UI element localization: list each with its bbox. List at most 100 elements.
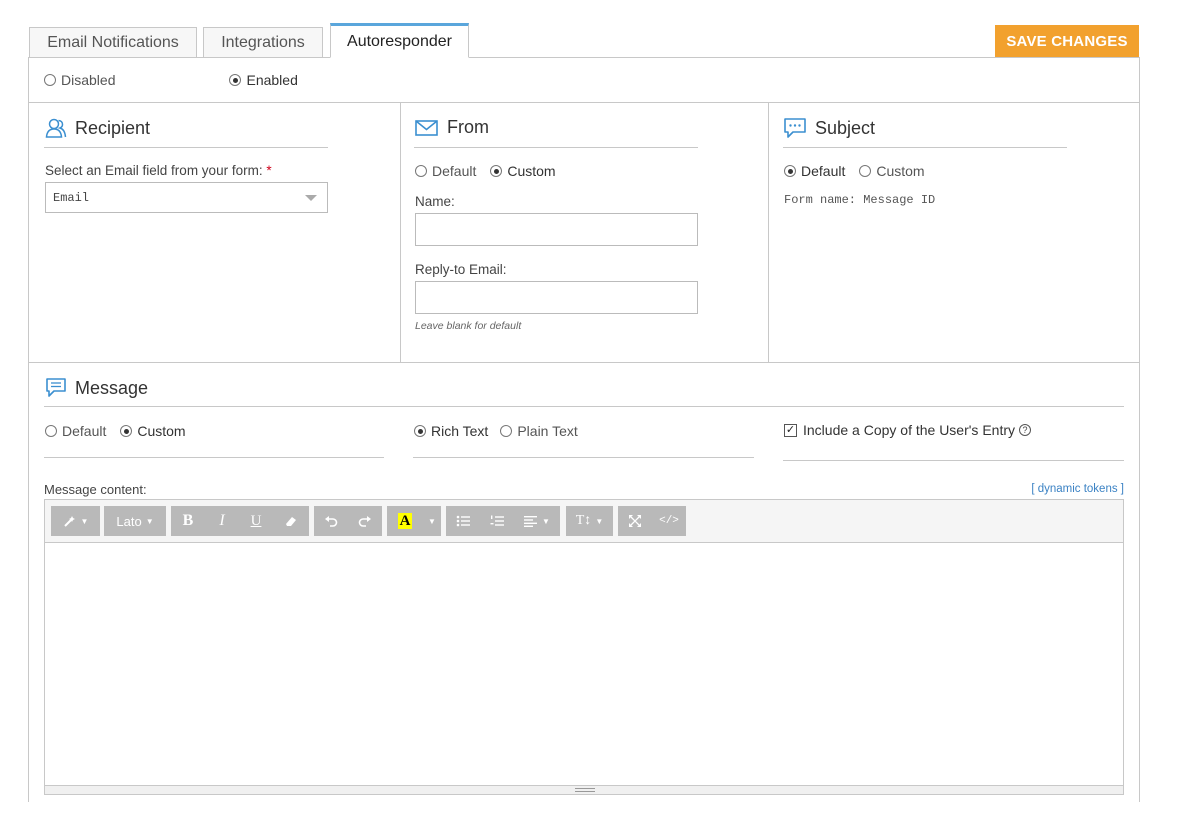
message-editor: ▼ Lato ▼ B I U A ▼ ▼ T↕ ▼ </> [44,499,1124,795]
checkbox-label: Include a Copy of the User's Entry [803,422,1015,438]
subject-section-title: Subject [783,117,875,139]
text-size-dropdown[interactable]: T↕ ▼ [566,506,613,536]
rich-text-radio[interactable]: Rich Text [414,423,488,439]
divider [400,102,401,362]
reply-to-email-input[interactable] [415,281,698,314]
radio-label: Default [62,423,107,439]
radio-circle [120,425,133,437]
chevron-down-icon: ▼ [145,516,154,526]
include-copy-checkbox[interactable]: ✓ [784,423,797,437]
status-radio-group: Disabled Enabled [44,72,298,88]
tab-autoresponder[interactable]: Autoresponder [330,23,469,58]
eraser-button[interactable] [273,506,309,536]
radio-label: Custom [876,163,925,179]
radio-label: Plain Text [517,423,578,439]
plain-text-radio[interactable]: Plain Text [500,423,578,439]
highlight-color-dropdown[interactable]: ▼ [423,506,441,536]
section-title-text: Message [75,377,149,398]
radio-label: Custom [137,423,186,439]
font-family-dropdown[interactable]: Lato ▼ [104,506,166,536]
divider [768,102,769,362]
tab-label: Integrations [221,34,305,51]
undo-button[interactable] [314,506,348,536]
fullscreen-button[interactable] [618,506,652,536]
dynamic-tokens-link[interactable]: [ dynamic tokens ] [1031,483,1124,495]
radio-circle [490,165,503,177]
code-view-button[interactable]: </> [652,506,686,536]
title-underline [414,147,698,148]
toolbar-group-font: Lato ▼ [104,506,166,536]
from-custom-radio[interactable]: Custom [490,163,556,179]
format-radio-group: Rich Text Plain Text [414,423,578,439]
message-radio-group: Default Custom [45,423,186,439]
chevron-down-icon: ▼ [542,516,550,526]
tab-email-notifications[interactable]: Email Notifications [29,27,197,58]
eraser-icon [286,517,296,526]
help-icon[interactable]: ? [1019,424,1031,436]
paragraph-align-dropdown[interactable]: ▼ [514,506,560,536]
save-changes-button[interactable]: SAVE CHANGES [995,25,1139,58]
toolbar-group-lists: ▼ [446,506,560,536]
subject-default-radio[interactable]: Default [784,163,845,179]
email-field-label: Select an Email field from your form: * [45,163,272,178]
chevron-down-icon: ▼ [595,516,604,526]
section-title-text: Recipient [75,117,151,138]
editor-content-area[interactable] [45,543,1123,786]
divider [28,102,1140,103]
subject-preview: Form name: Message ID [784,193,936,207]
highlight-swatch: A [397,513,413,529]
grip-icon [575,788,595,792]
text-size-label: T↕ [575,513,592,528]
message-icon [46,378,66,397]
divider [413,457,754,458]
tab-label: Autoresponder [347,32,452,50]
radio-circle [44,74,56,86]
toolbar-group-size: T↕ ▼ [566,506,613,536]
italic-button[interactable]: I [205,506,239,536]
subject-radio-group: Default Custom [784,163,925,179]
envelope-icon [415,119,438,136]
reply-to-label: Reply-to Email: [415,262,507,277]
speech-bubble-icon [784,118,806,138]
style-dropdown-button[interactable]: ▼ [51,506,100,536]
redo-button[interactable] [348,506,382,536]
chevron-down-icon: ▼ [80,516,89,526]
radio-circle [229,74,242,86]
email-field-select[interactable]: Email [45,182,328,213]
from-name-input[interactable] [415,213,698,246]
status-disabled-radio[interactable]: Disabled [44,72,115,88]
radio-label: Default [432,163,477,179]
toolbar-group-highlight: A ▼ [387,506,441,536]
message-content-label: Message content: [44,482,147,497]
from-default-radio[interactable]: Default [415,163,476,179]
tab-integrations[interactable]: Integrations [203,27,323,58]
message-custom-radio[interactable]: Custom [120,423,186,439]
expand-icon [629,515,641,527]
radio-circle [415,165,427,177]
from-name-label: Name: [415,194,455,209]
radio-circle [500,425,513,437]
divider [28,362,1140,363]
subject-custom-radio[interactable]: Custom [859,163,925,179]
toolbar-group-history [314,506,382,536]
highlight-color-button[interactable]: A [387,506,423,536]
message-default-radio[interactable]: Default [45,423,106,439]
radio-label: Custom [507,163,556,179]
magic-wand-icon [63,516,75,527]
section-title-text: Subject [815,117,876,138]
chevron-down-icon [305,195,317,201]
bullet-list-button[interactable] [446,506,480,536]
radio-circle [859,165,872,177]
undo-icon [325,516,338,527]
section-title-text: From [447,117,489,137]
underline-button[interactable]: U [239,506,273,536]
bold-button[interactable]: B [171,506,205,536]
message-section-title: Message [45,377,148,399]
align-left-icon [524,516,538,527]
editor-toolbar: ▼ Lato ▼ B I U A ▼ ▼ T↕ ▼ </> [45,500,1123,543]
status-enabled-radio[interactable]: Enabled [229,72,298,88]
radio-circle [45,425,57,437]
editor-resize-handle[interactable] [45,785,1123,794]
numbered-list-button[interactable] [480,506,514,536]
bullet-list-icon [456,515,470,527]
